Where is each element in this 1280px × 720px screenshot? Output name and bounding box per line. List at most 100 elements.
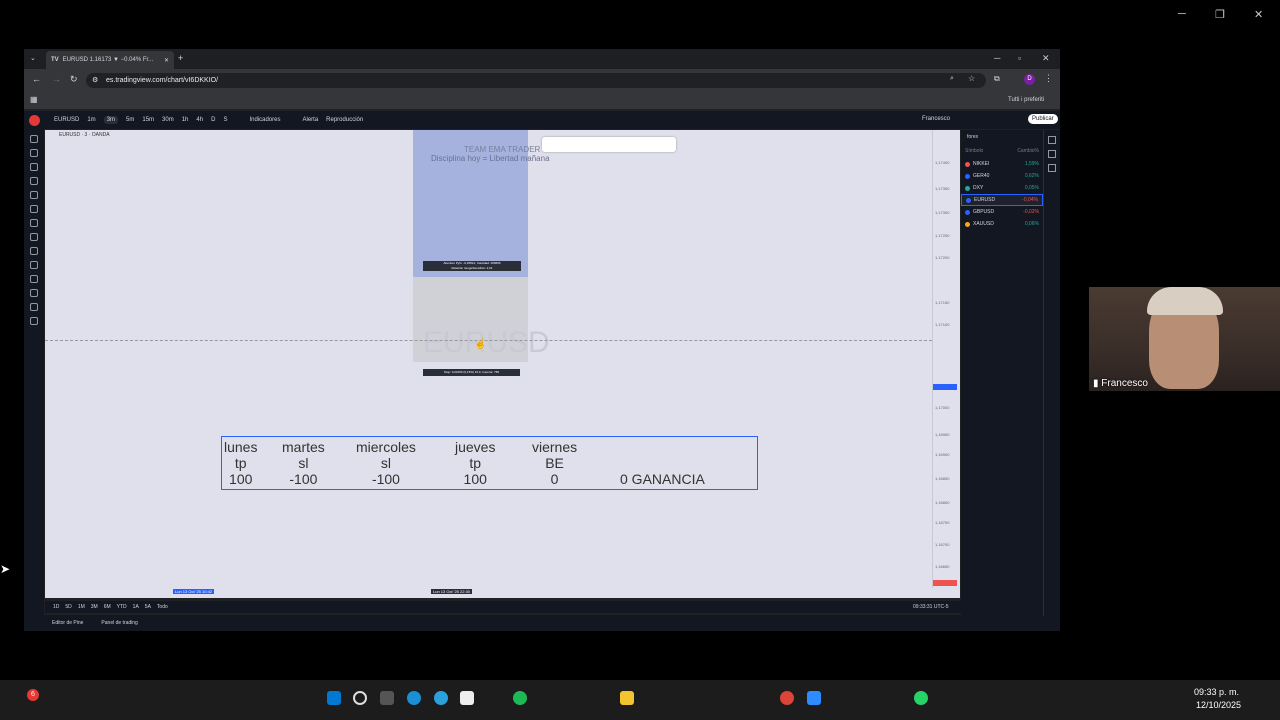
range-1d[interactable]: 1D bbox=[53, 604, 59, 610]
ruler-icon[interactable] bbox=[30, 247, 38, 255]
edge-icon[interactable] bbox=[407, 691, 421, 705]
interval-1m[interactable]: 1m bbox=[87, 117, 95, 123]
whatsapp-icon[interactable] bbox=[914, 691, 928, 705]
alerts-icon[interactable] bbox=[1048, 150, 1056, 158]
watchlist-row[interactable]: XAUUSD 0,06% bbox=[961, 218, 1043, 230]
eye-icon[interactable] bbox=[30, 303, 38, 311]
emoji-icon[interactable] bbox=[30, 233, 38, 241]
browser-maximize-button[interactable]: ▫ bbox=[1018, 53, 1021, 63]
task-view-icon[interactable] bbox=[380, 691, 394, 705]
folder-icon[interactable] bbox=[620, 691, 634, 705]
watchlist-icon[interactable] bbox=[1048, 136, 1056, 144]
replay-button[interactable]: Reproducción bbox=[326, 117, 363, 123]
chat-icon[interactable] bbox=[1048, 164, 1056, 172]
pattern-icon[interactable] bbox=[30, 177, 38, 185]
interval-3m[interactable]: 3m bbox=[103, 116, 119, 124]
zoom-icon[interactable] bbox=[30, 261, 38, 269]
magnet-icon[interactable] bbox=[30, 275, 38, 283]
interval-1h[interactable]: 1h bbox=[182, 117, 189, 123]
indicators-button[interactable]: Indicadores bbox=[249, 117, 280, 123]
trendline-icon[interactable] bbox=[30, 149, 38, 157]
os-close-button[interactable]: ✕ bbox=[1254, 8, 1263, 21]
notification-badge[interactable]: 6 bbox=[27, 689, 39, 701]
notepad-icon[interactable] bbox=[460, 691, 474, 705]
tab-trading-panel[interactable]: Panel de trading bbox=[101, 620, 137, 626]
interval-4h[interactable]: 4h bbox=[196, 117, 203, 123]
search-icon[interactable] bbox=[353, 691, 367, 705]
telegram-icon[interactable] bbox=[434, 691, 448, 705]
watchlist-items: NIKKEI 1,59% GER40 0,62% DXY 0,05% EURUSD -0,04… bbox=[961, 158, 1043, 230]
watchlist-name[interactable]: forex bbox=[961, 130, 1043, 144]
clock-text[interactable]: 09:33:31 UTC-5 bbox=[913, 604, 949, 610]
zoom-icon[interactable] bbox=[807, 691, 821, 705]
tab-list-button[interactable]: ⌄ bbox=[30, 54, 36, 62]
url-input[interactable]: ⚙ es.tradingview.com/chart/vI6DKKIO/ bbox=[86, 73, 986, 88]
start-icon[interactable] bbox=[327, 691, 341, 705]
menu-icon[interactable]: ⋮ bbox=[1044, 73, 1053, 84]
new-tab-button[interactable]: + bbox=[178, 53, 183, 63]
position-icon[interactable] bbox=[30, 191, 38, 199]
range-6m[interactable]: 6M bbox=[104, 604, 111, 610]
profile-avatar[interactable]: D bbox=[1024, 74, 1035, 85]
price-axis[interactable]: 1,17400 1,17350 1,17300 1,17250 1,17200 … bbox=[932, 130, 960, 596]
browser-tab[interactable]: TV EURUSD 1.16173 ▼ −0.04% Fr... ✕ bbox=[46, 51, 174, 69]
taskbar: 6 09:33 p. m. 12/10/2025 bbox=[0, 680, 1280, 720]
current-price-marker bbox=[933, 384, 957, 390]
browser-minimize-button[interactable]: ─ bbox=[994, 53, 1000, 63]
extensions-icon[interactable]: ⧉ bbox=[994, 74, 1000, 84]
range-todo[interactable]: Todo bbox=[157, 604, 168, 610]
os-minimize-button[interactable]: ─ bbox=[1178, 8, 1186, 20]
site-info-icon[interactable]: ⚙ bbox=[92, 73, 98, 88]
all-bookmarks-link[interactable]: Tutti i preferiti bbox=[1008, 97, 1044, 103]
watchlist-row[interactable]: NIKKEI 1,59% bbox=[961, 158, 1043, 170]
forward-icon[interactable]: → bbox=[52, 74, 61, 84]
range-5a[interactable]: 5A bbox=[145, 604, 151, 610]
tv-avatar[interactable] bbox=[29, 115, 40, 126]
clock-date[interactable]: 12/10/2025 bbox=[1196, 700, 1241, 710]
range-1a[interactable]: 1A bbox=[133, 604, 139, 610]
os-maximize-button[interactable]: ❐ bbox=[1215, 8, 1225, 21]
weekly-results-table[interactable]: lunes tp 100 martes sl -100 miercoles sl… bbox=[221, 436, 758, 490]
brush-icon[interactable] bbox=[30, 205, 38, 213]
watchlist-row[interactable]: GBPUSD -0,02% bbox=[961, 206, 1043, 218]
interval-15m[interactable]: 15m bbox=[142, 117, 154, 123]
drawing-float-toolbar[interactable] bbox=[542, 137, 676, 152]
reload-icon[interactable]: ↻ bbox=[70, 74, 78, 85]
chrome-icon[interactable] bbox=[780, 691, 794, 705]
user-layout-button[interactable]: Francesco bbox=[922, 116, 950, 122]
watchlist-row[interactable]: GER40 0,62% bbox=[961, 170, 1043, 182]
crosshair-icon[interactable] bbox=[30, 135, 38, 143]
tab-pine-editor[interactable]: Editor de Pine bbox=[52, 620, 83, 626]
fib-icon[interactable] bbox=[30, 163, 38, 171]
watchlist-row[interactable]: DXY 0,05% bbox=[961, 182, 1043, 194]
signal-icon: ▮ bbox=[1093, 378, 1099, 389]
interval-d[interactable]: D bbox=[211, 117, 215, 123]
publish-button[interactable]: Publicar bbox=[1028, 114, 1058, 124]
time-axis[interactable]: Lun 13 Oct '25 10:42 Lun 13 Oct '25 22:3… bbox=[45, 588, 960, 598]
search-icon[interactable]: ⌕ bbox=[950, 75, 954, 83]
interval-5m[interactable]: 5m bbox=[126, 117, 134, 123]
spotify-icon[interactable] bbox=[513, 691, 527, 705]
range-1m[interactable]: 1M bbox=[78, 604, 85, 610]
tab-close-icon[interactable]: ✕ bbox=[164, 57, 169, 64]
browser-close-button[interactable]: ✕ bbox=[1042, 53, 1050, 64]
symbol-logo-icon bbox=[965, 185, 970, 191]
range-5d[interactable]: 5D bbox=[65, 604, 71, 610]
interval-30m[interactable]: 30m bbox=[162, 117, 174, 123]
symbol-search[interactable]: EURUSD bbox=[54, 117, 79, 123]
clock-time[interactable]: 09:33 p. m. bbox=[1194, 687, 1239, 697]
watchlist-row[interactable]: EURUSD -0,04% bbox=[961, 194, 1043, 206]
back-icon[interactable]: ← bbox=[32, 74, 41, 84]
range-3m[interactable]: 3M bbox=[91, 604, 98, 610]
interval-s[interactable]: S bbox=[223, 117, 227, 123]
chart-canvas[interactable]: EURUSD · 3 · OANDA TEAM EMA TRADER Disci… bbox=[45, 130, 932, 596]
text-icon[interactable] bbox=[30, 219, 38, 227]
motto-text: Disciplina hoy = Libertad mañana bbox=[431, 154, 550, 163]
alert-button[interactable]: Alerta bbox=[302, 117, 318, 123]
apps-icon[interactable]: ▦ bbox=[30, 95, 38, 104]
lock-icon[interactable] bbox=[30, 289, 38, 297]
range-ytd[interactable]: YTD bbox=[117, 604, 127, 610]
trash-icon[interactable] bbox=[30, 317, 38, 325]
bookmark-star-icon[interactable]: ☆ bbox=[968, 74, 975, 83]
right-widget-bar bbox=[1043, 130, 1060, 616]
